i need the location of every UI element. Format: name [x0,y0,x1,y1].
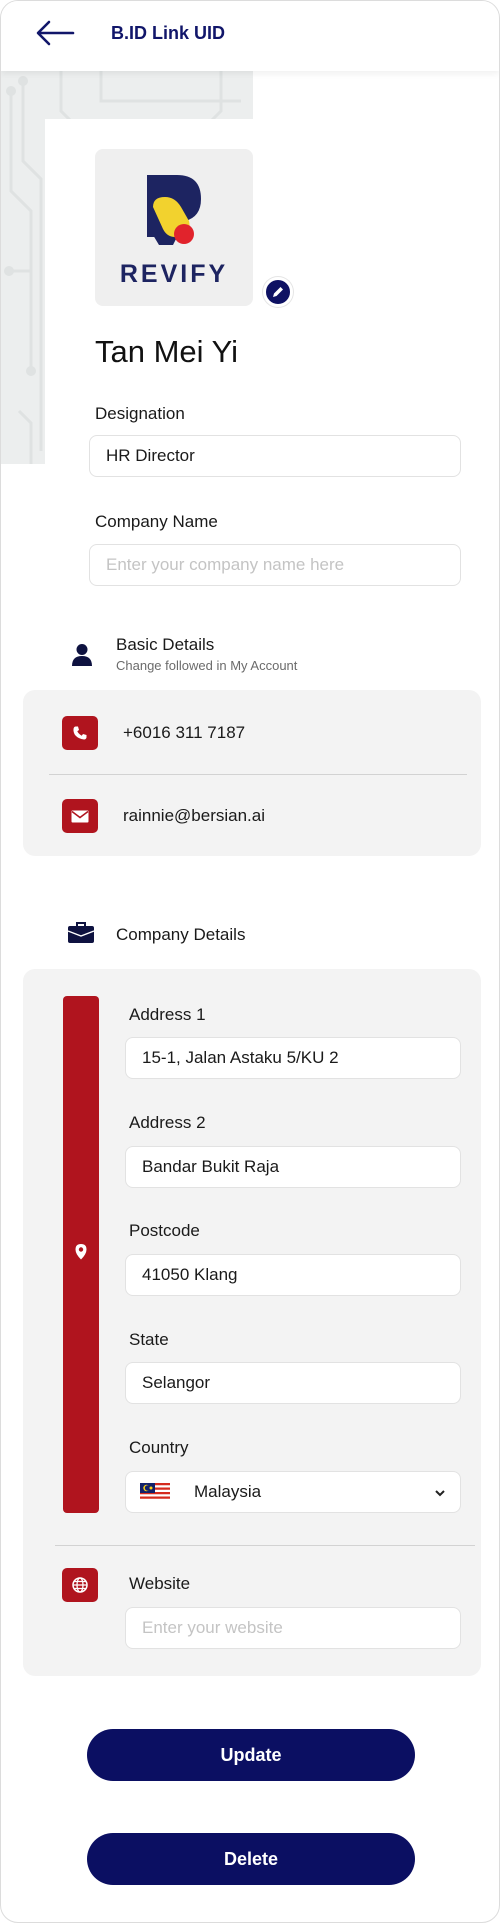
app-frame: B.ID Link UID REVIFY Tan Mei Yi Designat… [0,0,500,1923]
address2-input[interactable]: Bandar Bukit Raja [125,1146,461,1188]
location-pin-icon [74,1243,88,1266]
country-value: Malaysia [194,1482,262,1501]
basic-details-subtitle: Change followed in My Account [116,658,298,673]
state-label: State [129,1330,169,1349]
state-input[interactable]: Selangor [125,1362,461,1404]
website-input[interactable]: Enter your website [125,1607,461,1649]
address-bar [63,996,99,1513]
update-button[interactable]: Update [87,1729,415,1781]
company-name-input[interactable]: Enter your company name here [89,544,461,586]
postcode-label: Postcode [129,1221,200,1240]
page-title: B.ID Link UID [111,23,226,43]
phone-number: +6016 311 7187 [123,723,246,742]
chevron-down-icon [434,1482,446,1502]
malaysia-flag-icon [140,1483,170,1501]
phone-icon [62,716,98,750]
profile-name: Tan Mei Yi [95,334,239,369]
address1-label: Address 1 [129,1005,206,1024]
website-divider [55,1545,475,1546]
globe-icon [62,1568,98,1602]
delete-button[interactable]: Delete [87,1833,415,1885]
briefcase-icon [67,921,95,950]
email-address: rainnie@bersian.ai [123,806,266,825]
country-select[interactable]: Malaysia [125,1471,461,1513]
top-bar: B.ID Link UID [1,1,499,71]
postcode-input[interactable]: 41050 Klang [125,1254,461,1296]
designation-input[interactable]: HR Director [89,435,461,477]
company-details-title: Company Details [116,925,246,944]
email-icon [62,799,98,833]
address1-input[interactable]: 15-1, Jalan Astaku 5/KU 2 [125,1037,461,1079]
person-icon [71,643,93,672]
company-name-label: Company Name [95,512,218,531]
designation-label: Designation [95,404,185,423]
website-label: Website [129,1574,191,1593]
contact-divider [49,774,467,775]
edit-logo-icon[interactable] [263,277,293,307]
back-arrow-icon[interactable] [33,15,77,51]
company-logo: REVIFY [95,149,253,306]
basic-details-title: Basic Details [116,635,215,654]
address2-label: Address 2 [129,1113,206,1132]
country-label: Country [129,1438,189,1457]
svg-text:REVIFY: REVIFY [120,260,228,288]
